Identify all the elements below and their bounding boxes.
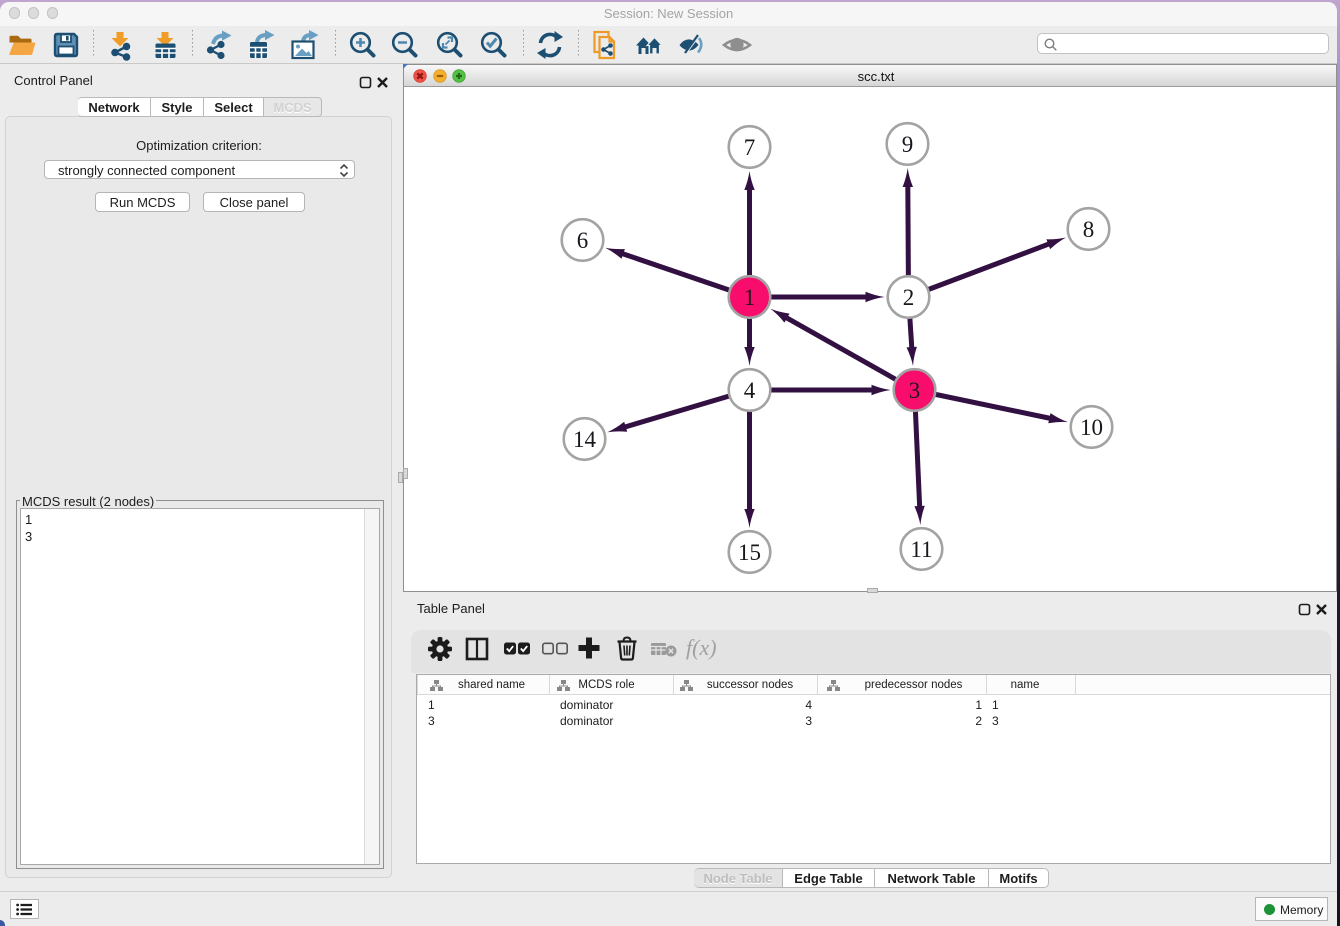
svg-text:6: 6 <box>577 228 589 253</box>
svg-text:8: 8 <box>1083 217 1095 242</box>
svg-text:1: 1 <box>744 285 756 310</box>
svg-text:2: 2 <box>903 285 915 310</box>
svg-text:3: 3 <box>909 378 921 403</box>
svg-text:15: 15 <box>738 540 761 565</box>
svg-text:10: 10 <box>1080 415 1103 440</box>
svg-text:9: 9 <box>902 132 914 157</box>
svg-text:7: 7 <box>744 135 756 160</box>
svg-text:14: 14 <box>573 427 597 452</box>
svg-text:11: 11 <box>910 537 932 562</box>
svg-text:4: 4 <box>744 378 756 403</box>
